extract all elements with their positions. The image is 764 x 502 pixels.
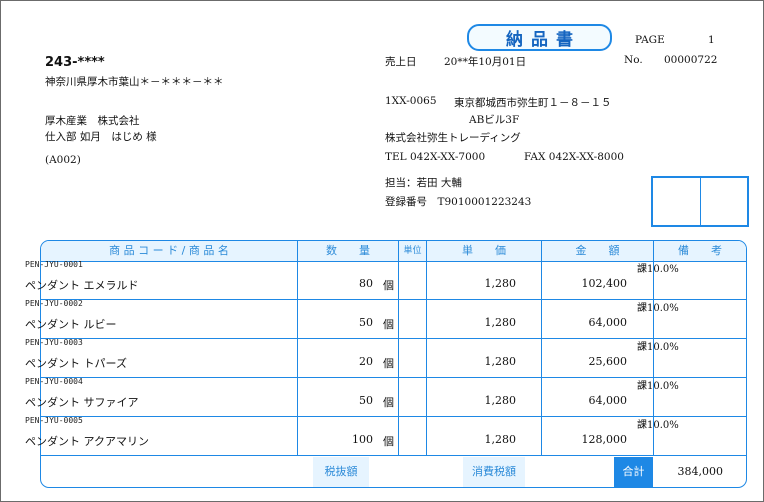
table-cell: PEN-JYU-0004 bbox=[25, 377, 83, 386]
table-cell: 50 bbox=[359, 316, 373, 329]
table-cell: 20 bbox=[359, 355, 373, 368]
table-cell: ペンダント エメラルド bbox=[25, 279, 139, 292]
page-number: 1 bbox=[708, 34, 715, 46]
total-label: 合計 bbox=[614, 457, 653, 487]
page-label: PAGE bbox=[635, 34, 665, 46]
table-cell: ペンダント ルビー bbox=[25, 318, 117, 331]
header-qty: 数 量 bbox=[326, 244, 370, 257]
sender-tel: TEL 042X-XX-7000 bbox=[385, 151, 486, 163]
table-cell: PEN-JYU-0003 bbox=[25, 338, 83, 347]
table-cell: 課10.0% bbox=[637, 303, 679, 314]
table-cell: 個 bbox=[383, 279, 394, 292]
table-cell: 50 bbox=[359, 394, 373, 407]
header-item: 商 品 コ ー ド / 商 品 名 bbox=[109, 244, 229, 257]
sale-date: 20**年10月01日 bbox=[444, 56, 527, 68]
no-label: No. bbox=[624, 54, 643, 66]
table-cell: PEN-JYU-0002 bbox=[25, 299, 83, 308]
sender-postal: 1XX-0065 bbox=[385, 95, 437, 107]
subtotal-label: 税抜額 bbox=[313, 457, 369, 487]
table-cell: 個 bbox=[383, 396, 394, 409]
sender-building: ABビル3F bbox=[469, 114, 520, 126]
table-cell: 1,280 bbox=[484, 433, 517, 446]
table-cell: 128,000 bbox=[581, 433, 628, 446]
table-cell: ペンダント アクアマリン bbox=[25, 435, 149, 448]
header-note: 備 考 bbox=[678, 244, 722, 257]
table-cell: ペンダント サファイア bbox=[25, 396, 139, 409]
recipient-company: 厚木産業 株式会社 bbox=[45, 115, 140, 127]
table-cell: PEN-JYU-0001 bbox=[25, 260, 83, 269]
total-value: 384,000 bbox=[677, 465, 724, 478]
table-cell: ペンダント トパーズ bbox=[25, 357, 127, 370]
table-cell: 個 bbox=[383, 357, 394, 370]
sender-fax: FAX 042X-XX-8000 bbox=[524, 151, 624, 163]
sender-address: 東京都城西市弥生町１－８－１５ bbox=[454, 97, 612, 109]
table-cell: 1,280 bbox=[484, 316, 517, 329]
table-cell: 100 bbox=[352, 433, 373, 446]
recipient-address: 神奈川県厚木市葉山＊－＊＊＊－＊＊ bbox=[45, 76, 224, 88]
delivery-slip: 納品書 PAGE 1 売上日 20**年10月01日 No. 00000722 … bbox=[0, 0, 764, 502]
table-cell: 1,280 bbox=[484, 394, 517, 407]
sale-date-label: 売上日 bbox=[385, 56, 417, 68]
title-text: 納品書 bbox=[506, 30, 581, 50]
table-cell: 64,000 bbox=[588, 316, 628, 329]
sender-staff: 担当：若田 大輔 bbox=[385, 177, 462, 189]
header-price: 単 価 bbox=[462, 244, 506, 257]
document-title: 納品書 bbox=[467, 24, 612, 51]
table-cell: 個 bbox=[383, 435, 394, 448]
table-cell: 1,280 bbox=[484, 355, 517, 368]
table-cell: 課10.0% bbox=[637, 342, 679, 353]
no-value: 00000722 bbox=[664, 54, 718, 66]
recipient-code: (A002) bbox=[45, 154, 81, 166]
recipient-postal: 243-**** bbox=[45, 55, 105, 70]
sender-company: 株式会社弥生トレーディング bbox=[385, 132, 521, 144]
table-cell: 80 bbox=[359, 277, 373, 290]
table-cell: 25,600 bbox=[588, 355, 628, 368]
table-cell: 個 bbox=[383, 318, 394, 331]
sender-registration: 登録番号 T9010001223243 bbox=[385, 196, 532, 208]
tax-label: 消費税額 bbox=[463, 457, 525, 487]
table-cell: 課10.0% bbox=[637, 381, 679, 392]
table-cell: 1,280 bbox=[484, 277, 517, 290]
stamp-box bbox=[651, 176, 749, 227]
recipient-person: 仕入部 如月 はじめ 様 bbox=[45, 131, 157, 143]
table-cell: 102,400 bbox=[581, 277, 628, 290]
table-cell: 課10.0% bbox=[637, 264, 679, 275]
header-unit: 単位 bbox=[403, 246, 422, 256]
header-amount: 金 額 bbox=[575, 244, 620, 257]
table-cell: PEN-JYU-0005 bbox=[25, 416, 83, 425]
table-cell: 64,000 bbox=[588, 394, 628, 407]
table-cell: 課10.0% bbox=[637, 420, 679, 431]
